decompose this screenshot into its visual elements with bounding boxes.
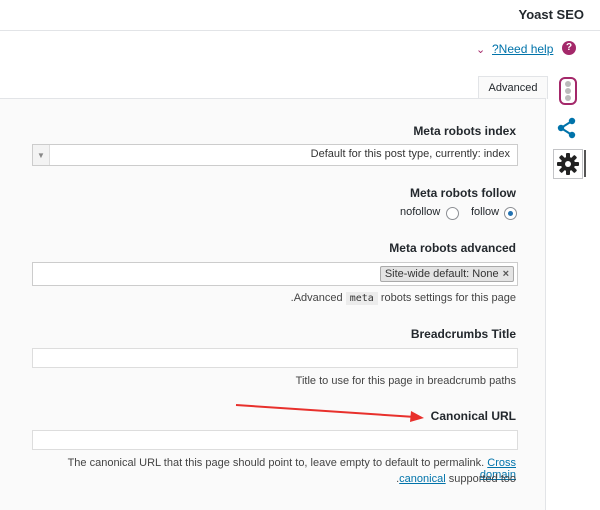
select-arrow: ▼ [33, 145, 50, 165]
panel-divider [0, 98, 546, 99]
robots-follow-label: Meta robots follow [410, 186, 516, 200]
traffic-light-icon[interactable] [559, 77, 577, 105]
header-bar [0, 0, 600, 31]
canonical-help-text: The canonical URL that this page should … [67, 457, 485, 469]
canonical-help-line2: .canonical supported too [396, 473, 516, 485]
robots-index-select[interactable]: ▼ Default for this post type, currently:… [32, 144, 518, 166]
settings-tab[interactable] [553, 149, 583, 179]
canonical-url-input[interactable] [32, 430, 518, 450]
robots-index-label: Meta robots index [413, 124, 516, 138]
follow-radio[interactable] [504, 207, 517, 220]
meta-code: meta [345, 292, 378, 305]
tab-advanced[interactable]: Advanced [478, 76, 548, 99]
need-help-link[interactable]: ?Need help [492, 42, 553, 56]
robots-index-value: Default for this post type, currently: i… [310, 148, 510, 160]
robots-advanced-help: .Advanced meta robots settings for this … [290, 292, 516, 305]
annotation-arrow [235, 404, 424, 422]
canonical-link[interactable]: canonical [399, 473, 445, 485]
gear-icon [557, 153, 579, 175]
breadcrumbs-help: Title to use for this page in breadcrumb… [295, 375, 516, 387]
chip-label: Site-wide default: None [384, 268, 499, 280]
question-icon[interactable]: ? [562, 41, 576, 55]
robots-advanced-multiselect[interactable]: Site-wide default: None × [32, 262, 518, 286]
site-wide-default-chip[interactable]: Site-wide default: None × [379, 266, 514, 282]
follow-label: follow [471, 206, 500, 218]
triangle-down-icon: ▼ [37, 151, 45, 160]
chevron-down-icon[interactable]: ⌄ [476, 43, 485, 56]
plugin-title: Yoast SEO [518, 7, 584, 22]
share-icon[interactable] [556, 117, 578, 139]
help-prefix: .Advanced [290, 292, 343, 304]
breadcrumbs-title-label: Breadcrumbs Title [410, 327, 516, 341]
chip-remove-icon[interactable]: × [503, 268, 509, 280]
active-rail-indicator [584, 150, 586, 177]
canonical-url-label: Canonical URL [430, 409, 516, 423]
nofollow-label: nofollow [400, 206, 441, 218]
help-suffix: robots settings for this page [380, 292, 516, 304]
breadcrumbs-title-input[interactable] [32, 348, 518, 368]
robots-advanced-label: Meta robots advanced [389, 241, 516, 255]
canonical-help-end: supported too [448, 473, 516, 485]
nofollow-radio[interactable] [446, 207, 459, 220]
